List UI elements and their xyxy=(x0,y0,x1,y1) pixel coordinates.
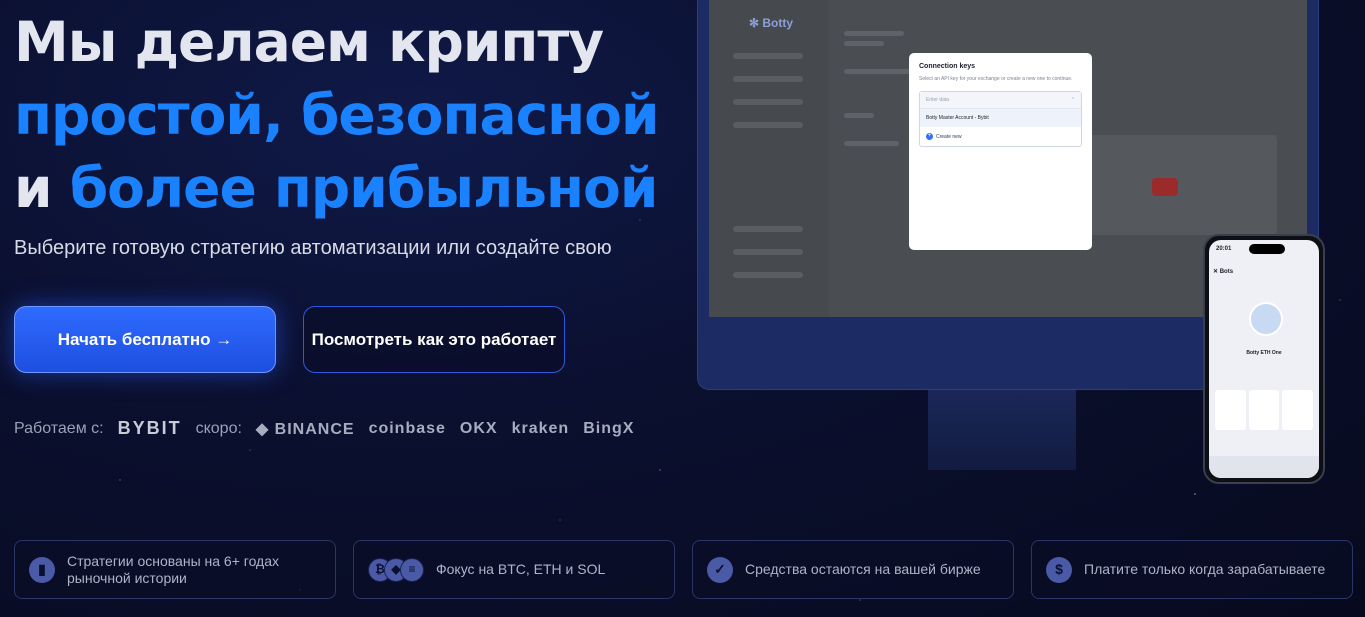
feature-card: ₿ ◆ ≡ Фокус на BTC, ETH и SOL xyxy=(353,540,675,599)
sidebar-item xyxy=(733,249,803,255)
plus-icon: + xyxy=(926,133,933,140)
feature-text: Платите только когда зарабатываете xyxy=(1084,561,1326,577)
sidebar-item xyxy=(733,99,803,105)
api-key-dropdown[interactable]: Enter data ⌃ Botty Master Account - Bybit… xyxy=(919,91,1082,147)
hero-title-line3-prefix: и xyxy=(14,156,53,220)
partners-row: Работаем с: BYBIT скоро: ◆ BINANCE coinb… xyxy=(14,418,634,439)
play-icon xyxy=(1152,178,1178,196)
botty-logo: ✻ Botty xyxy=(749,16,794,30)
bot-stats xyxy=(1215,390,1313,430)
create-new-option[interactable]: + Create new xyxy=(920,127,1081,146)
sidebar-item xyxy=(733,272,803,278)
how-it-works-button[interactable]: Посмотреть как это работает xyxy=(303,306,565,373)
binance-logo: ◆ BINANCE xyxy=(255,420,355,438)
dropdown-placeholder: Enter data xyxy=(926,97,950,103)
sidebar-item xyxy=(733,53,803,59)
dropdown-option[interactable]: Botty Master Account - Bybit xyxy=(920,109,1081,127)
feature-text: Фокус на BTC, ETH и SOL xyxy=(436,561,606,577)
dynamic-island xyxy=(1249,244,1285,254)
feature-card: ▮ Стратегии основаны на 6+ годах рыночно… xyxy=(14,540,336,599)
coinbase-logo: coinbase xyxy=(368,419,446,437)
partners-label: Работаем с: xyxy=(14,419,104,437)
hero-title-line3-highlight: более прибыльной xyxy=(69,156,659,220)
hero-subtitle: Выберите готовую стратегию автоматизации… xyxy=(14,237,612,259)
hero-title-line2: простой, безопасной xyxy=(14,83,659,147)
kraken-logo: kraken xyxy=(511,419,570,437)
app-sidebar: ✻ Botty xyxy=(709,0,829,317)
coins-icon: ₿ ◆ ≡ xyxy=(368,557,424,582)
connection-keys-modal: Connection keys Select an API key for yo… xyxy=(909,53,1092,250)
feature-text: Средства остаются на вашей бирже xyxy=(745,561,981,577)
bybit-logo: BYBIT xyxy=(117,418,182,438)
start-free-button[interactable]: Начать бесплатно → xyxy=(14,306,276,373)
features-row: ▮ Стратегии основаны на 6+ годах рыночно… xyxy=(14,540,1353,599)
phone-nav-bar xyxy=(1209,456,1319,478)
bot-avatar xyxy=(1249,302,1283,336)
modal-description: Select an API key for your exchange or c… xyxy=(919,76,1073,82)
shield-icon: ✓ xyxy=(707,556,733,583)
phone-header: ✕ Bots xyxy=(1213,269,1234,275)
monitor-stand xyxy=(928,390,1076,470)
feature-text: Стратегии основаны на 6+ годах рыночной … xyxy=(67,552,280,586)
okx-logo: OKX xyxy=(459,419,498,437)
tutorial-video xyxy=(1082,135,1277,235)
sidebar-item xyxy=(733,76,803,82)
hero-title: Мы делаем крипту простой, безопасной и б… xyxy=(14,6,659,225)
chevron-up-icon: ⌃ xyxy=(1070,97,1075,103)
feature-card: ✓ Средства остаются на вашей бирже xyxy=(692,540,1014,599)
sidebar-item xyxy=(733,122,803,128)
soon-label: скоро: xyxy=(195,419,242,437)
phone-time: 20:01 xyxy=(1216,246,1232,252)
phone-mockup: 20:01 ✕ Bots Botty ETH One xyxy=(1203,234,1325,484)
modal-title: Connection keys xyxy=(919,63,976,70)
sidebar-item xyxy=(733,226,803,232)
hero-title-line1: Мы делаем крипту xyxy=(14,10,604,74)
dollar-icon: $ xyxy=(1046,556,1072,583)
feature-card: $ Платите только когда зарабатываете xyxy=(1031,540,1353,599)
bot-name: Botty ETH One xyxy=(1246,350,1282,356)
phone-screen: 20:01 ✕ Bots Botty ETH One xyxy=(1209,240,1319,478)
bingx-logo: BingX xyxy=(583,419,635,437)
clipboard-icon: ▮ xyxy=(29,556,55,583)
